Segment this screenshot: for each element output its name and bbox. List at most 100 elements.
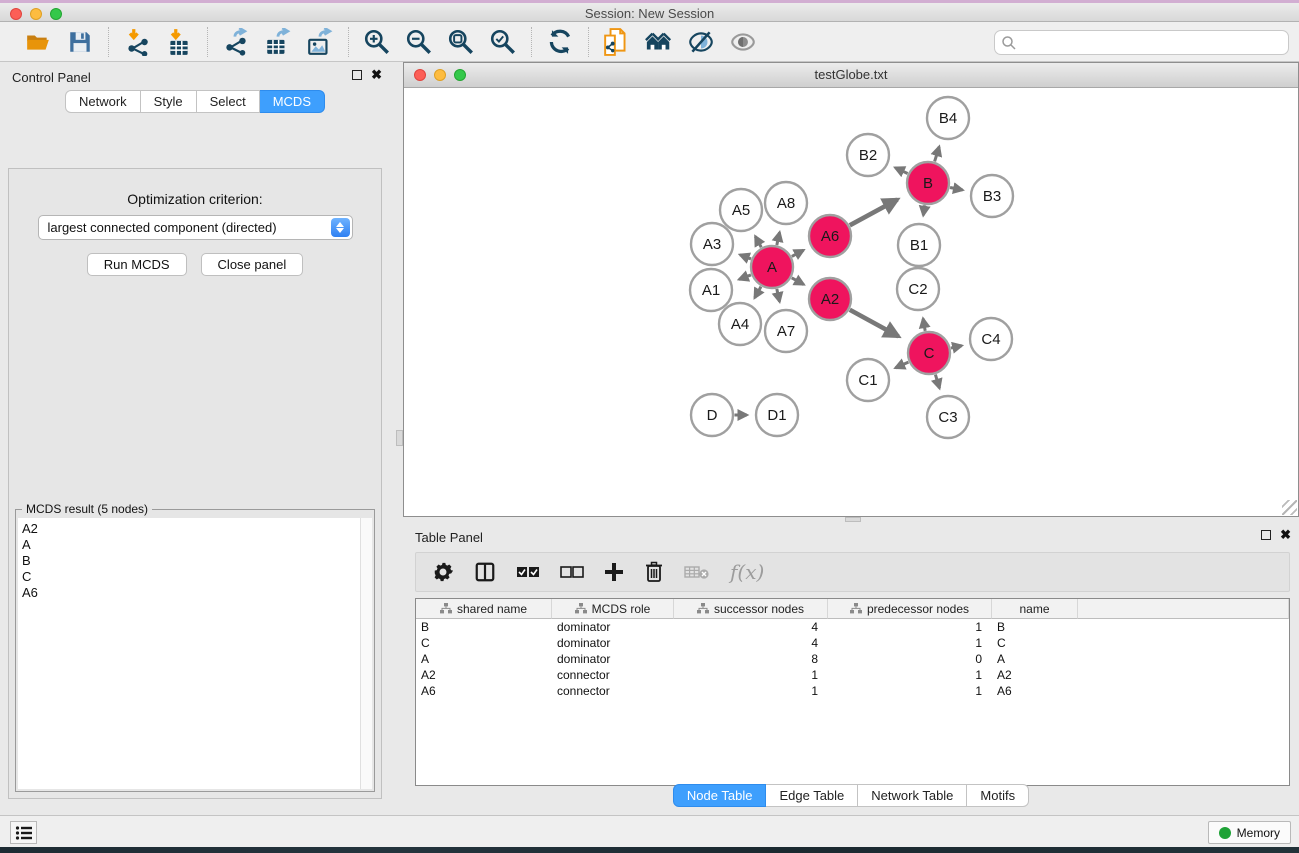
graph-node-A3[interactable]: A3: [691, 223, 733, 265]
export-network-icon[interactable]: [222, 28, 250, 56]
memory-button[interactable]: Memory: [1208, 821, 1291, 844]
add-column-icon[interactable]: [604, 558, 624, 586]
cell[interactable]: 1: [674, 683, 828, 699]
result-list-scrollbar[interactable]: [360, 518, 372, 789]
edge-C-C3[interactable]: [935, 375, 939, 389]
result-list-item[interactable]: A6: [22, 585, 360, 601]
hide-graphics-details-icon[interactable]: [729, 28, 757, 56]
edge-B-B4[interactable]: [935, 147, 940, 162]
frame-resize-grip[interactable]: [1282, 500, 1297, 515]
cell[interactable]: 4: [674, 635, 828, 651]
vertical-splitter-handle[interactable]: [396, 430, 403, 446]
edge-C-C1[interactable]: [895, 362, 908, 368]
cell[interactable]: A2: [992, 667, 1078, 683]
zoom-out-icon[interactable]: [405, 28, 433, 56]
tab-style[interactable]: Style: [141, 90, 197, 113]
network-frame-titlebar[interactable]: testGlobe.txt: [404, 63, 1298, 88]
cell[interactable]: A6: [992, 683, 1078, 699]
cell[interactable]: 0: [828, 651, 992, 667]
cell[interactable]: A6: [416, 683, 552, 699]
column-header-successor-nodes[interactable]: successor nodes: [674, 599, 828, 619]
edge-C-C2[interactable]: [923, 319, 925, 331]
cell[interactable]: dominator: [552, 619, 674, 635]
refresh-icon[interactable]: [546, 28, 574, 56]
criterion-select[interactable]: largest connected component (directed): [38, 215, 353, 240]
edge-A6-B[interactable]: [850, 200, 898, 226]
column-header-name[interactable]: name: [992, 599, 1078, 619]
edge-B-B3[interactable]: [950, 187, 963, 190]
graph-node-A1[interactable]: A1: [690, 269, 732, 311]
graph-node-A2[interactable]: A2: [809, 278, 851, 320]
graph-node-D1[interactable]: D1: [756, 394, 798, 436]
graph-node-A5[interactable]: A5: [720, 189, 762, 231]
graph-node-B2[interactable]: B2: [847, 134, 889, 176]
float-table-panel-icon[interactable]: [1261, 530, 1271, 540]
mcds-result-list[interactable]: A2ABCA6: [18, 518, 360, 789]
show-graphics-details-icon[interactable]: [687, 28, 715, 56]
graph-node-B4[interactable]: B4: [927, 97, 969, 139]
import-network-icon[interactable]: [123, 28, 151, 56]
first-neighbors-icon[interactable]: [645, 28, 673, 56]
graph-node-A7[interactable]: A7: [765, 310, 807, 352]
tab-select[interactable]: Select: [197, 90, 260, 113]
graph-node-C4[interactable]: C4: [970, 318, 1012, 360]
graph-node-A4[interactable]: A4: [719, 303, 761, 345]
cell[interactable]: C: [416, 635, 552, 651]
edge-A-A6[interactable]: [792, 250, 804, 256]
cell[interactable]: 1: [828, 619, 992, 635]
graph-node-B3[interactable]: B3: [971, 175, 1013, 217]
cell[interactable]: C: [992, 635, 1078, 651]
edge-A-A2[interactable]: [792, 278, 804, 285]
edge-B-B1[interactable]: [923, 205, 924, 215]
cell[interactable]: 1: [828, 667, 992, 683]
edge-A-A5[interactable]: [755, 236, 761, 247]
node-table[interactable]: shared nameMCDS rolesuccessor nodesprede…: [415, 598, 1290, 786]
delete-table-icon[interactable]: [684, 558, 710, 586]
graph-node-C2[interactable]: C2: [897, 268, 939, 310]
new-network-from-selection-icon[interactable]: [603, 28, 631, 56]
graph-node-A6[interactable]: A6: [809, 215, 851, 257]
graph-node-D[interactable]: D: [691, 394, 733, 436]
graph-node-A8[interactable]: A8: [765, 182, 807, 224]
result-list-item[interactable]: B: [22, 553, 360, 569]
column-header-predecessor-nodes[interactable]: predecessor nodes: [828, 599, 992, 619]
cell[interactable]: B: [416, 619, 552, 635]
graph-node-B1[interactable]: B1: [898, 224, 940, 266]
graph-node-C1[interactable]: C1: [847, 359, 889, 401]
table-row[interactable]: Adominator80A: [416, 651, 1289, 667]
edge-A-A1[interactable]: [739, 275, 751, 279]
result-list-item[interactable]: A2: [22, 521, 360, 537]
graph-node-A[interactable]: A: [751, 246, 793, 288]
search-input[interactable]: [1017, 36, 1288, 50]
column-header-MCDS-role[interactable]: MCDS role: [552, 599, 674, 619]
edge-A-A8[interactable]: [777, 232, 780, 245]
network-canvas[interactable]: AA1A2A3A4A5A6A7A8BB1B2B3B4CC1C2C3C4DD1: [404, 88, 1298, 516]
edge-A-A7[interactable]: [777, 289, 780, 302]
float-panel-icon[interactable]: [352, 70, 362, 80]
result-list-item[interactable]: C: [22, 569, 360, 585]
tab-edge-table[interactable]: Edge Table: [766, 784, 858, 807]
cell[interactable]: B: [992, 619, 1078, 635]
deselect-all-icon[interactable]: [560, 558, 584, 586]
column-header-shared-name[interactable]: shared name: [416, 599, 552, 619]
graph-node-C[interactable]: C: [908, 332, 950, 374]
export-table-icon[interactable]: [264, 28, 292, 56]
tab-network-table[interactable]: Network Table: [858, 784, 967, 807]
cell[interactable]: 4: [674, 619, 828, 635]
close-panel-button[interactable]: Close panel: [201, 253, 304, 276]
close-table-panel-icon[interactable]: ✖: [1280, 530, 1291, 540]
delete-column-icon[interactable]: [644, 558, 664, 586]
cell[interactable]: A2: [416, 667, 552, 683]
graph-node-C3[interactable]: C3: [927, 396, 969, 438]
result-list-item[interactable]: A: [22, 537, 360, 553]
search-box[interactable]: [994, 30, 1289, 55]
cell[interactable]: 1: [674, 667, 828, 683]
close-panel-icon[interactable]: ✖: [371, 70, 382, 80]
cell[interactable]: A: [992, 651, 1078, 667]
settings-gear-icon[interactable]: [432, 558, 454, 586]
edge-B-B2[interactable]: [895, 168, 907, 174]
zoom-fit-icon[interactable]: [447, 28, 475, 56]
edge-A2-C[interactable]: [850, 310, 899, 337]
function-builder-icon[interactable]: f(x): [730, 558, 764, 586]
tab-mcds[interactable]: MCDS: [260, 90, 325, 113]
